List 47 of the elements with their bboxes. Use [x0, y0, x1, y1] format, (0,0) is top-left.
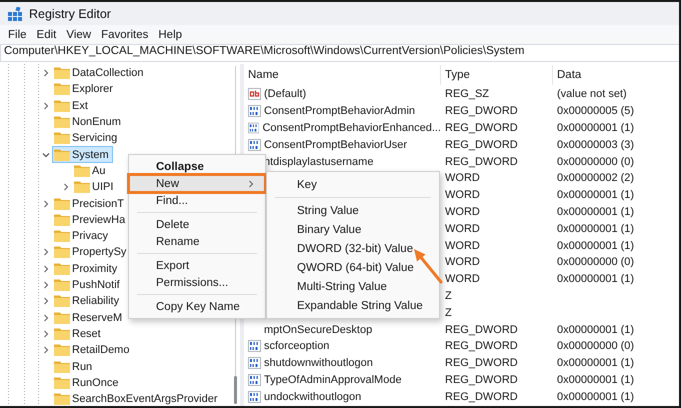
value-type: REG_SZ [445, 88, 490, 100]
value-name: ConsentPromptBehaviorUser [264, 138, 408, 151]
value-name: ConsentPromptBehaviorEnhanced... [262, 122, 441, 134]
value-type: REG_DWORD [445, 156, 518, 168]
value-type: WORD [445, 256, 480, 268]
value-data: 0x00000003 (3) [557, 138, 634, 151]
value-type: Z [445, 306, 452, 319]
value-name: (Default) [264, 88, 306, 100]
value-type: WORD [445, 206, 480, 218]
value-type: REG_DWORD [445, 390, 518, 403]
value-data: 0x00000001 (1) [557, 240, 634, 252]
value-data: 0x00000001 (1) [557, 357, 634, 370]
value-type: WORD [445, 222, 480, 235]
value-data: 0x00000000 (0) [557, 156, 634, 168]
value-type: REG_DWORD [445, 122, 518, 134]
value-name: undockwithoutlogon [264, 390, 362, 403]
value-type: REG_DWORD [445, 374, 518, 386]
value-type: WORD [445, 172, 480, 184]
value-type: WORD [445, 240, 480, 252]
value-name: mptOnSecureDesktop [264, 324, 372, 336]
value-type: REG_DWORD [445, 340, 518, 352]
value-data: 0x00000001 (1) [557, 222, 634, 235]
value-data: 0x00000000 (0) [557, 256, 634, 268]
value-data: 0x00000005 (5) [557, 105, 634, 118]
value-type: Z [445, 290, 452, 302]
window-title: Registry Editor [29, 6, 111, 20]
value-type: REG_DWORD [445, 105, 518, 118]
value-name: TypeOfAdminApprovalMode [264, 374, 402, 386]
value-name: shutdownwithoutlogon [264, 357, 373, 370]
value-type: REG_DWORD [445, 324, 518, 336]
value-data: 0x00000001 (1) [557, 273, 634, 286]
value-data: 0x00000002 (2) [557, 172, 634, 184]
value-name: scforceoption [264, 340, 330, 352]
value-data: (value not set) [557, 88, 627, 100]
value-data: 0x00000001 (1) [557, 324, 634, 336]
value-data: 0x00000001 (1) [557, 206, 634, 218]
value-data: 0x00000001 (1) [557, 390, 634, 403]
value-type: REG_DWORD [445, 357, 518, 370]
value-name: ntdisplaylastusername [264, 156, 374, 168]
value-type: WORD [445, 189, 480, 202]
value-data: 0x00000001 (1) [557, 374, 634, 386]
value-type: REG_DWORD [445, 138, 518, 151]
value-data: 0x00000000 (0) [557, 340, 634, 352]
value-type: WORD [445, 273, 480, 286]
value-data: 0x00000001 (1) [557, 122, 634, 134]
value-name: ConsentPromptBehaviorAdmin [264, 105, 416, 118]
value-data: 0x00000001 (1) [557, 189, 634, 202]
